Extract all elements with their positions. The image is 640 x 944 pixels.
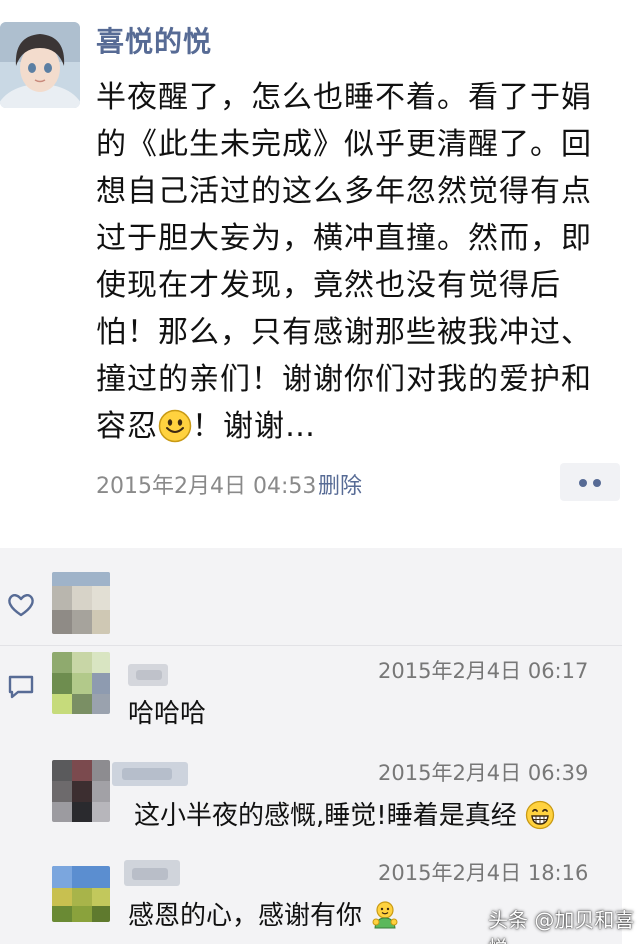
- author-avatar[interactable]: [0, 22, 80, 108]
- comment-text-content: 这小半夜的感慨,睡觉!睡着是真经: [134, 801, 517, 831]
- heart-icon: [6, 592, 36, 618]
- likes-divider: [0, 645, 622, 646]
- moments-post-page: 喜悦的悦 半夜醒了，怎么也睡不着。看了于娟 的《此生未完成》似乎更清醒了。回 想…: [0, 0, 640, 944]
- post-body-end: ！谢谢…: [192, 409, 316, 444]
- post-body-text: 半夜醒了，怎么也睡不着。看了于娟 的《此生未完成》似乎更清醒了。回 想自己活过的…: [96, 74, 616, 450]
- more-dots-icon: [593, 479, 601, 487]
- more-dots-icon: [579, 479, 587, 487]
- commenter-name-blurred[interactable]: [112, 758, 192, 788]
- grin-emoji-icon: [525, 800, 555, 830]
- watermark: 头条 @加贝和喜悦: [488, 908, 635, 944]
- comment-time: 2015年2月4日 06:17: [378, 659, 589, 683]
- comment-time: 2015年2月4日 18:16: [378, 861, 589, 885]
- comment-text[interactable]: 感恩的心，感谢有你: [128, 898, 400, 934]
- delete-link[interactable]: 删除: [318, 472, 362, 502]
- hug-emoji-icon: [370, 900, 400, 930]
- commenter-avatar[interactable]: [52, 652, 110, 714]
- commenter-name-blurred[interactable]: [120, 858, 190, 888]
- comment-time: 2015年2月4日 06:39: [378, 761, 589, 785]
- post-timestamp: 2015年2月4日 04:53: [96, 474, 317, 499]
- more-options-button[interactable]: [560, 463, 620, 501]
- post-author-name[interactable]: 喜悦的悦: [96, 22, 212, 62]
- liker-avatar[interactable]: [52, 572, 110, 634]
- post-body-main: 半夜醒了，怎么也睡不着。看了于娟 的《此生未完成》似乎更清醒了。回 想自己活过的…: [96, 80, 592, 444]
- commenter-name-blurred[interactable]: [128, 660, 198, 690]
- comment-text-content: 感恩的心，感谢有你: [128, 901, 363, 931]
- smile-emoji-icon: [158, 409, 192, 443]
- commenter-avatar[interactable]: [52, 760, 110, 822]
- comment-icon: [6, 673, 36, 701]
- comment-text[interactable]: 这小半夜的感慨,睡觉!睡着是真经: [134, 798, 555, 834]
- commenter-avatar[interactable]: [52, 866, 110, 922]
- comment-text[interactable]: 哈哈哈: [128, 696, 206, 732]
